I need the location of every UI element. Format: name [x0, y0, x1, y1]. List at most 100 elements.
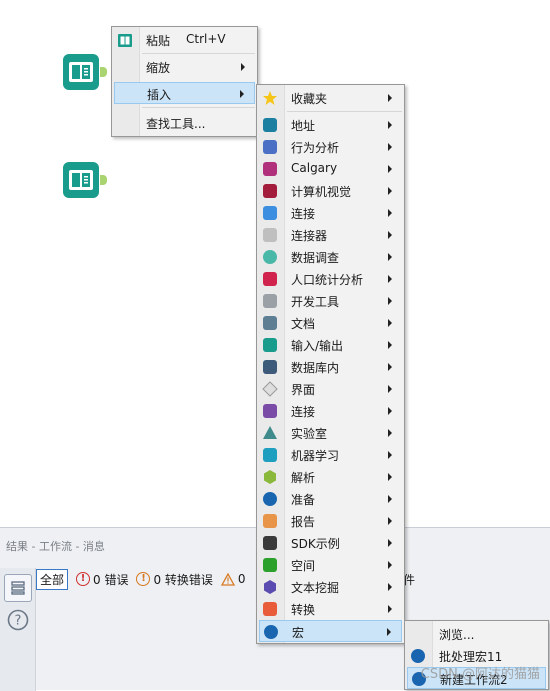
workflow-tool-node[interactable] — [63, 54, 99, 90]
conversion-error-icon: ! — [136, 572, 150, 586]
calgary-icon — [262, 161, 278, 177]
insert-submenu-item[interactable]: 准备 — [259, 488, 402, 510]
insert-submenu-item[interactable]: 人口统计分析 — [259, 268, 402, 290]
conversion-errors-label: 0 转换错误 — [153, 571, 212, 588]
insert-menu-item[interactable]: 插入 — [114, 82, 255, 104]
connector-icon — [262, 205, 278, 221]
tool-output-anchor[interactable] — [100, 175, 107, 185]
insert-submenu-item[interactable]: 数据库内 — [259, 356, 402, 378]
reporting-icon — [262, 513, 278, 529]
insert-submenu-item[interactable]: 实验室 — [259, 422, 402, 444]
submenu-arrow-icon — [388, 473, 392, 481]
demographic-analysis-icon — [262, 271, 278, 287]
developer-icon — [262, 293, 278, 309]
insert-submenu-item[interactable]: 转换 — [259, 598, 402, 620]
submenu-arrow-icon — [388, 517, 392, 525]
find-tool-menu-item[interactable]: 查找工具... — [114, 112, 255, 134]
help-icon: ? — [7, 609, 29, 631]
insert-submenu-item-label: 收藏夹 — [291, 90, 327, 107]
insert-submenu-item[interactable]: 文本挖掘 — [259, 576, 402, 598]
insert-submenu-item-label: 机器学习 — [291, 447, 339, 464]
insert-submenu-item-label: 数据调查 — [291, 249, 339, 266]
transform-icon — [262, 601, 278, 617]
results-list-button[interactable] — [4, 574, 32, 602]
insert-submenu-item[interactable]: 空间 — [259, 554, 402, 576]
watermark: CSDN @阿达的猫猫 — [421, 663, 540, 682]
submenu-arrow-icon — [388, 187, 392, 195]
insert-submenu-item-label: 人口统计分析 — [291, 271, 363, 288]
insert-submenu-item[interactable]: Calgary — [259, 158, 402, 180]
connectors-icon — [262, 227, 278, 243]
insert-submenu-item-label: 计算机视觉 — [291, 183, 351, 200]
zoom-menu-item[interactable]: 缩放 — [114, 56, 255, 78]
insert-submenu-item-label: 输入/输出 — [291, 337, 343, 354]
submenu-arrow-icon — [387, 628, 391, 636]
results-title: 结果 - 工作流 - 消息 — [6, 538, 105, 554]
insert-submenu-item-label: 转换 — [291, 601, 315, 618]
insert-submenu-item-label: 宏 — [292, 624, 304, 641]
star-icon — [262, 90, 278, 106]
tool-output-anchor[interactable] — [100, 67, 107, 77]
insert-submenu-item[interactable]: 机器学习 — [259, 444, 402, 466]
submenu-arrow-icon — [388, 297, 392, 305]
paste-shortcut: Ctrl+V — [186, 32, 226, 46]
in-database-icon — [262, 359, 278, 375]
insert-submenu-item[interactable]: 连接 — [259, 400, 402, 422]
insert-submenu-item[interactable]: 行为分析 — [259, 136, 402, 158]
insert-submenu-item-label: 连接器 — [291, 227, 327, 244]
svg-text:?: ? — [15, 614, 22, 629]
macro-icon — [263, 624, 279, 640]
interface-icon — [262, 381, 278, 397]
workflow-tool-node[interactable] — [63, 162, 99, 198]
submenu-arrow-icon — [388, 495, 392, 503]
insert-submenu-item-label: 连接 — [291, 403, 315, 420]
submenu-arrow-icon — [388, 209, 392, 217]
submenu-arrow-icon — [388, 231, 392, 239]
filter-all-button[interactable]: 全部 — [36, 569, 68, 590]
filter-warnings-button[interactable]: 0 — [221, 572, 246, 586]
filter-errors-button[interactable]: ! 0 错误 — [76, 571, 128, 588]
machine-learning-icon — [262, 447, 278, 463]
insert-submenu-item-label: 界面 — [291, 381, 315, 398]
insert-submenu-item[interactable]: 开发工具 — [259, 290, 402, 312]
filter-conversion-errors-button[interactable]: ! 0 转换错误 — [136, 571, 212, 588]
insert-submenu-item[interactable]: 连接器 — [259, 224, 402, 246]
submenu-arrow-icon — [388, 407, 392, 415]
submenu-arrow-icon — [241, 63, 245, 71]
submenu-arrow-icon — [388, 319, 392, 327]
insert-submenu-item-label: 实验室 — [291, 425, 327, 442]
insert-submenu-item[interactable]: 计算机视觉 — [259, 180, 402, 202]
help-button[interactable]: ? — [4, 606, 32, 634]
insert-submenu-item-label: 准备 — [291, 491, 315, 508]
browse-menu-item[interactable]: 浏览... — [407, 623, 546, 645]
submenu-arrow-icon — [388, 341, 392, 349]
paste-menu-item[interactable]: 粘贴 Ctrl+V — [114, 29, 255, 51]
submenu-arrow-icon — [388, 561, 392, 569]
insert-submenu-item[interactable]: 收藏夹 — [259, 87, 402, 109]
submenu-arrow-icon — [388, 363, 392, 371]
submenu-arrow-icon — [388, 605, 392, 613]
insert-submenu-item[interactable]: 解析 — [259, 466, 402, 488]
zoom-label: 缩放 — [146, 59, 170, 76]
insert-submenu-item[interactable]: 连接 — [259, 202, 402, 224]
context-menu: 粘贴 Ctrl+V 缩放 插入 查找工具... — [111, 26, 258, 137]
insert-submenu: 收藏夹地址行为分析Calgary计算机视觉连接连接器数据调查人口统计分析开发工具… — [256, 84, 405, 644]
submenu-arrow-icon — [388, 385, 392, 393]
insert-submenu-item[interactable]: 文档 — [259, 312, 402, 334]
insert-submenu-item-label: SDK示例 — [291, 535, 340, 552]
insert-submenu-item[interactable]: 输入/输出 — [259, 334, 402, 356]
insert-submenu-item[interactable]: SDK示例 — [259, 532, 402, 554]
address-icon — [262, 117, 278, 133]
submenu-arrow-icon — [388, 451, 392, 459]
insert-submenu-item[interactable]: 宏 — [259, 620, 402, 642]
insert-submenu-item-label: 解析 — [291, 469, 315, 486]
in-out-icon — [262, 337, 278, 353]
parse-icon — [262, 469, 278, 485]
insert-submenu-item[interactable]: 地址 — [259, 114, 402, 136]
submenu-arrow-icon — [388, 275, 392, 283]
data-investigation-icon — [262, 249, 278, 265]
insert-submenu-item[interactable]: 界面 — [259, 378, 402, 400]
insert-submenu-item[interactable]: 报告 — [259, 510, 402, 532]
browse-label: 浏览... — [439, 626, 474, 643]
insert-submenu-item[interactable]: 数据调查 — [259, 246, 402, 268]
